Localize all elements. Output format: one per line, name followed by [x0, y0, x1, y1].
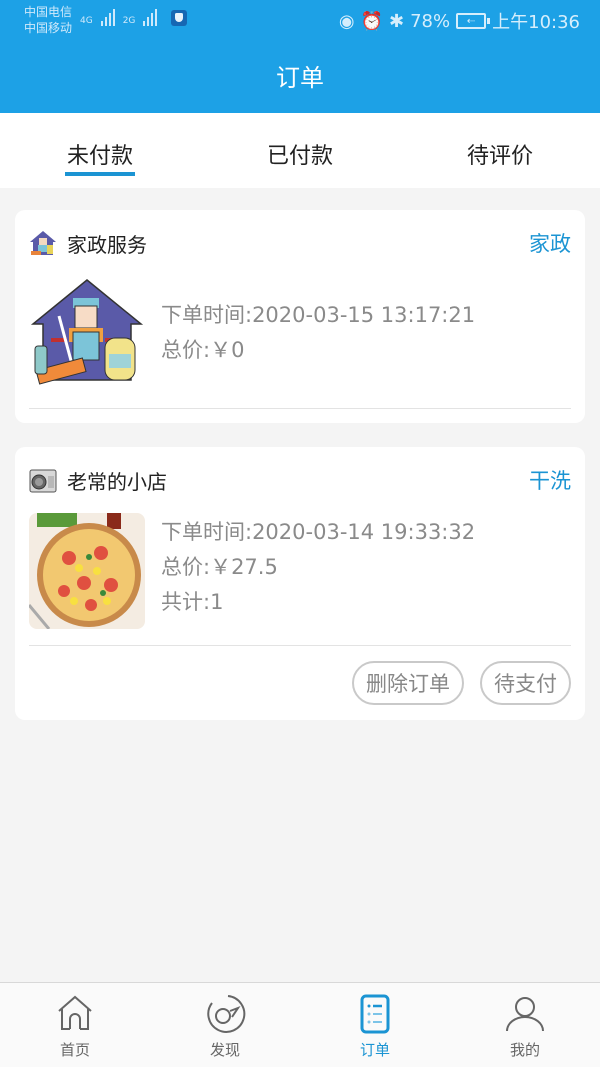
- service-category-tag[interactable]: 干洗: [529, 465, 571, 495]
- network-1-label: 4G: [80, 16, 93, 26]
- order-tabs: 未付款 已付款 待评价: [0, 113, 600, 188]
- app-header: 中国电信 中国移动 4G 2G ◉ ⏰ ✱ 78% ⇠ 上午10:36 订单: [0, 0, 600, 113]
- nav-discover-label: 发现: [209, 1041, 240, 1059]
- order-card-header: 老常的小店 干洗: [29, 447, 571, 513]
- security-shield-icon: [171, 10, 188, 26]
- orders-icon: [360, 994, 390, 1034]
- nav-home-label: 首页: [59, 1041, 90, 1059]
- order-card-header: 家政服务 家政: [29, 210, 571, 276]
- order-total: 总价:￥0: [161, 338, 245, 362]
- user-icon: [506, 997, 544, 1032]
- order-time: 下单时间:2020-03-15 13:17:21: [161, 303, 476, 327]
- battery-charging-icon: ⇠: [456, 13, 491, 29]
- page-title: 订单: [276, 64, 324, 92]
- clock: 上午10:36: [492, 12, 580, 33]
- order-card[interactable]: 老常的小店 干洗 下单时间:2020-03-14 19:33:32 总价:￥27…: [15, 447, 585, 720]
- status-bar: 中国电信 中国移动 4G 2G ◉ ⏰ ✱ 78% ⇠ 上午10:36: [0, 0, 600, 42]
- order-card-body: 下单时间:2020-03-14 19:33:32 总价:￥27.5 共计:1: [29, 513, 571, 645]
- battery-percent: 78%: [410, 10, 451, 32]
- shop-avatar-icon: [29, 469, 57, 493]
- pizza-thumbnail[interactable]: [29, 513, 145, 629]
- nav-profile-label: 我的: [509, 1041, 540, 1059]
- carrier-info: 中国电信 中国移动: [24, 4, 72, 36]
- order-time: 下单时间:2020-03-14 19:33:32: [161, 520, 476, 544]
- nav-orders[interactable]: 订单: [300, 983, 450, 1067]
- order-actions: 删除订单 待支付: [29, 646, 571, 720]
- tab-to-review[interactable]: 待评价: [400, 113, 600, 188]
- order-quantity: 共计:1: [161, 590, 224, 614]
- eye-icon: ◉: [338, 10, 355, 32]
- nav-home[interactable]: 首页: [0, 983, 150, 1067]
- order-total: 总价:￥27.5: [161, 555, 278, 579]
- tab-unpaid[interactable]: 未付款: [0, 113, 200, 188]
- discover-icon: [207, 995, 246, 1033]
- order-card-body: 下单时间:2020-03-15 13:17:21 总价:￥0: [29, 276, 571, 408]
- status-right: ◉ ⏰ ✱ 78% ⇠ 上午10:36: [339, 8, 580, 34]
- pending-payment-button[interactable]: 待支付: [480, 661, 571, 705]
- network-2-label: 2G: [122, 16, 136, 26]
- bluetooth-icon: ✱: [389, 10, 405, 32]
- shop-name: 家政服务: [67, 232, 147, 257]
- bottom-navigation: 首页 发现 订单 我的: [0, 982, 600, 1067]
- nav-orders-label: 订单: [359, 1041, 390, 1059]
- signal-icon: [143, 8, 158, 26]
- nav-profile[interactable]: 我的: [450, 983, 600, 1067]
- order-list: 家政服务 家政 下单时间:2020-03-15 13:17:21 总价:￥0 老…: [0, 188, 600, 720]
- carrier-2: 中国移动: [24, 21, 73, 35]
- housekeeping-thumbnail[interactable]: [29, 276, 145, 392]
- order-card[interactable]: 家政服务 家政 下单时间:2020-03-15 13:17:21 总价:￥0: [15, 210, 585, 423]
- order-info: 下单时间:2020-03-14 19:33:32 总价:￥27.5 共计:1: [161, 513, 475, 620]
- signal-indicators: 4G 2G: [80, 8, 188, 26]
- shop-name: 老常的小店: [67, 469, 167, 494]
- shop-avatar-icon: [30, 231, 56, 255]
- alarm-icon: ⏰: [360, 10, 384, 32]
- tab-paid[interactable]: 已付款: [200, 113, 400, 188]
- order-info: 下单时间:2020-03-15 13:17:21 总价:￥0: [161, 276, 475, 368]
- delete-order-button[interactable]: 删除订单: [352, 661, 464, 705]
- service-category-tag[interactable]: 家政: [529, 228, 571, 258]
- signal-icon: [100, 8, 115, 26]
- carrier-1: 中国电信: [24, 5, 73, 19]
- home-icon: [58, 995, 92, 1030]
- nav-discover[interactable]: 发现: [150, 983, 300, 1067]
